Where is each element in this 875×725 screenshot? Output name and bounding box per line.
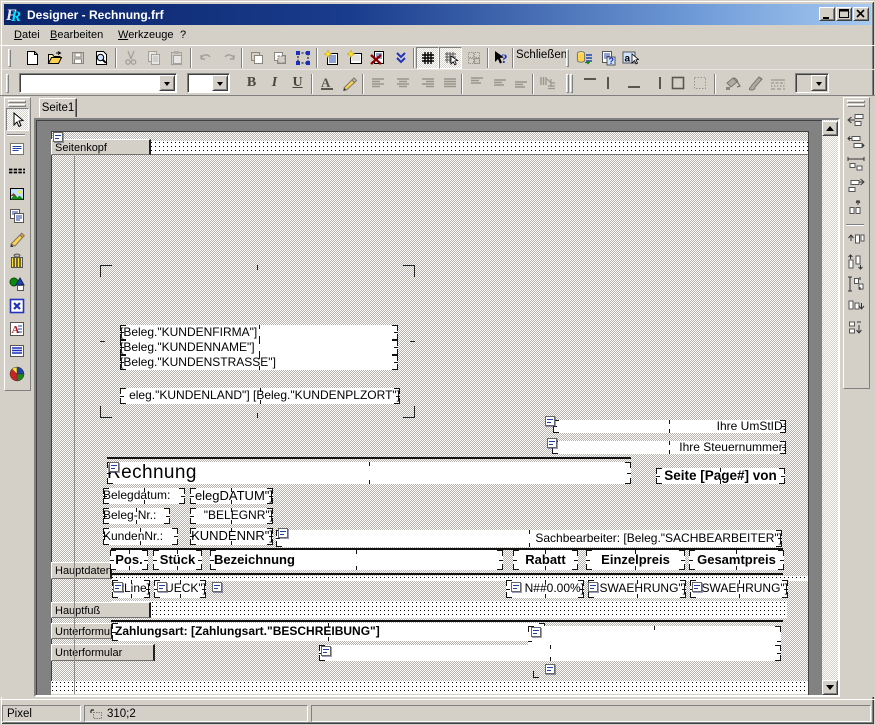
svg-text:A: A [321,75,331,90]
svg-text:R: R [10,9,21,23]
svg-text:?: ? [501,51,508,66]
svg-text:a: a [625,54,631,65]
svg-text:?: ? [608,56,614,66]
